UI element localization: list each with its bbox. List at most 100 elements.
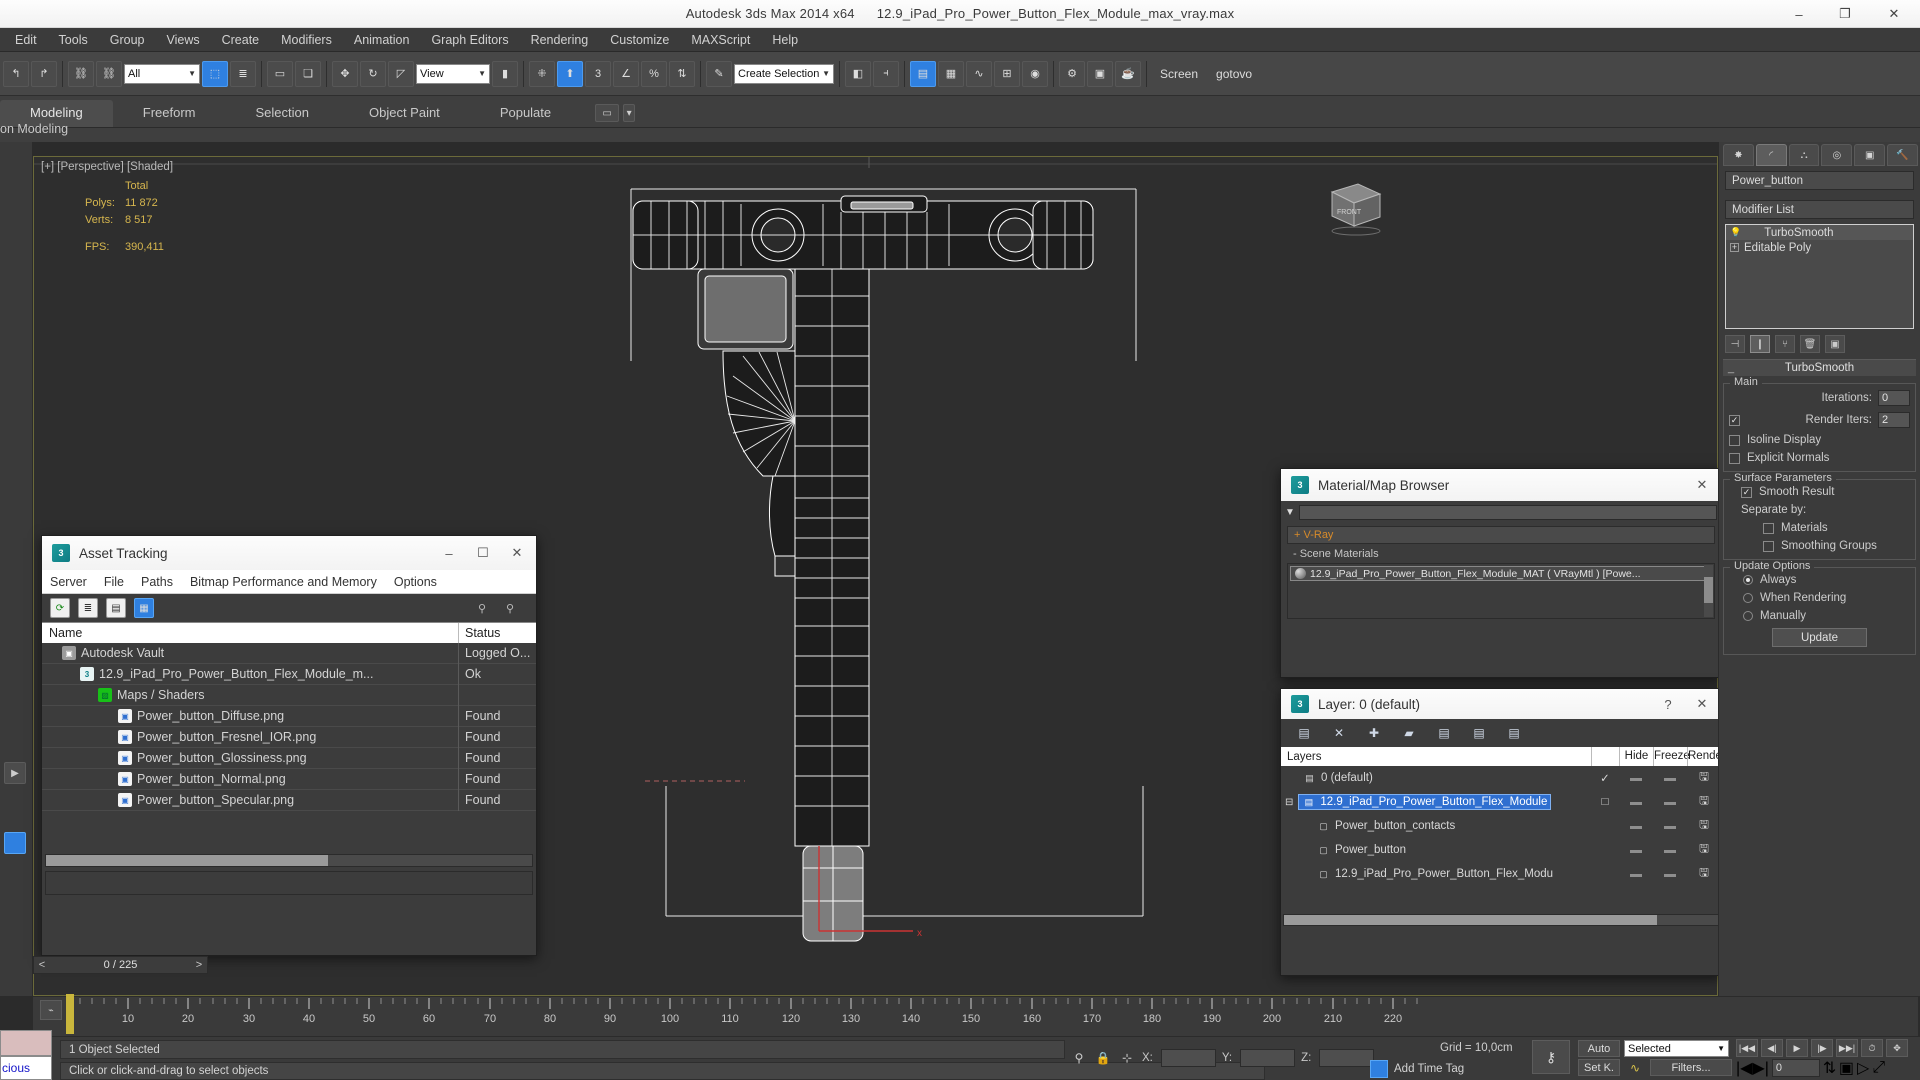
menu-customize[interactable]: Customize (599, 30, 680, 50)
pin-stack-icon[interactable]: ⊣ (1725, 335, 1745, 353)
select-and-rotate-icon[interactable]: ↻ (360, 61, 386, 87)
show-end-result-icon[interactable]: ❙ (1750, 335, 1770, 353)
rectangular-select-icon[interactable]: ▭ (267, 61, 293, 87)
selection-filter-dropdown[interactable]: All▼ (124, 64, 200, 84)
remove-modifier-icon[interactable]: 🗑 (1800, 335, 1820, 353)
render-production-icon[interactable]: ☕ (1115, 61, 1141, 87)
mirror-icon[interactable]: ◧ (845, 61, 871, 87)
layer-freeze-cell[interactable] (1653, 820, 1687, 832)
expand-collapse-icon[interactable]: ⊟ (1285, 797, 1293, 808)
play-animation-icon[interactable]: ▶ (1786, 1039, 1808, 1057)
table-row[interactable]: ▣ Power_button_Fresnel_IOR.png Found (42, 727, 536, 748)
ribbon-tab-freeform[interactable]: Freeform (113, 100, 226, 127)
update-manually-radio[interactable] (1743, 611, 1753, 621)
align-icon[interactable]: ⫞ (873, 61, 899, 87)
snaps-toggle-icon[interactable]: ⬆ (557, 61, 583, 87)
auto-key-button[interactable]: Auto (1578, 1040, 1620, 1057)
select-and-manipulate-icon[interactable]: ⁜ (529, 61, 555, 87)
filters-button[interactable]: Filters... (1650, 1059, 1732, 1076)
open-mini-curve-editor-icon[interactable]: ⌁ (40, 1000, 62, 1020)
layer-freeze-cell[interactable] (1653, 772, 1687, 784)
delete-layer-icon[interactable]: ✕ (1330, 724, 1348, 742)
grid-view-icon[interactable]: ▦ (134, 598, 154, 618)
minimize-button[interactable]: – (1776, 0, 1822, 28)
layer-current-cell[interactable]: □ (1591, 796, 1619, 808)
layer-hide-cell[interactable] (1619, 868, 1653, 880)
materials-checkbox[interactable] (1763, 523, 1774, 534)
layer-render-cell[interactable]: 🖫 (1687, 817, 1721, 836)
asset-tracking-titlebar[interactable]: 3 Asset Tracking – ☐ ✕ (42, 536, 536, 570)
create-tab[interactable]: ✸ (1723, 144, 1754, 166)
material-search-input[interactable] (1299, 505, 1717, 520)
table-row[interactable]: ▣ Power_button_Glossiness.png Found (42, 748, 536, 769)
layer-dialog-window[interactable]: 3 Layer: 0 (default) ? ✕ ▤ ✕ ✚ ▰ ▤ ▤ ▤ L… (1280, 688, 1722, 976)
rollout-header-turbosmooth[interactable]: _ TurboSmooth (1723, 359, 1916, 376)
schematic-view-icon[interactable]: ⊞ (994, 61, 1020, 87)
material-editor-icon[interactable]: ◉ (1022, 61, 1048, 87)
menu-create[interactable]: Create (211, 30, 271, 50)
list-view-icon[interactable]: ≣ (78, 598, 98, 618)
update-when-rendering-radio[interactable] (1743, 593, 1753, 603)
smooth-result-checkbox[interactable]: ✓ (1741, 487, 1752, 498)
modifier-list-dropdown[interactable]: Modifier List (1725, 200, 1914, 219)
ribbon-display-mode-icon[interactable]: ▭ (595, 104, 619, 122)
material-map-browser-window[interactable]: 3 Material/Map Browser ✕ ▼ + V-Ray - Sce… (1280, 468, 1722, 678)
at-menu-file[interactable]: File (104, 575, 124, 589)
material-list-scrollbar[interactable] (1704, 565, 1713, 617)
list-item[interactable]: 12.9_iPad_Pro_Power_Button_Flex_Module_M… (1290, 566, 1712, 581)
layer-hide-cell[interactable] (1619, 772, 1653, 784)
configure-modifier-sets-icon[interactable]: ▣ (1825, 335, 1845, 353)
previous-frame-icon[interactable]: ◀| (1761, 1039, 1783, 1057)
next-frame-icon-2[interactable]: |▶ (1811, 1039, 1833, 1057)
table-row[interactable]: ▣ Power_button_Specular.png Found (42, 790, 536, 811)
time-slider-frame-box[interactable]: < 0 / 225 > (33, 956, 208, 974)
maximize-viewport-icon[interactable]: ⤢ (1872, 1059, 1885, 1077)
ref-coord-system-dropdown[interactable]: View▼ (416, 64, 490, 84)
refresh-icon[interactable]: ⟳ (50, 598, 70, 618)
key-mode-toggle-icon[interactable]: ⚷ (1532, 1040, 1570, 1074)
at-menu-server[interactable]: Server (50, 575, 87, 589)
layer-freeze-cell[interactable] (1653, 844, 1687, 856)
group-vray[interactable]: + V-Ray (1287, 526, 1715, 544)
layer-dialog-close[interactable]: ✕ (1685, 688, 1719, 720)
asset-tracking-maximize[interactable]: ☐ (466, 537, 500, 569)
render-frame-window-icon[interactable]: ▣ (1087, 61, 1113, 87)
menu-group[interactable]: Group (99, 30, 156, 50)
select-objects-in-layer-icon[interactable]: ▰ (1400, 724, 1418, 742)
layer-hide-cell[interactable] (1619, 844, 1653, 856)
render-iters-spinner[interactable]: 2 (1878, 412, 1910, 428)
table-row[interactable]: ⊟ ▤ 12.9_iPad_Pro_Power_Button_Flex_Modu… (1281, 790, 1721, 814)
table-row[interactable]: 3 12.9_iPad_Pro_Power_Button_Flex_Module… (42, 664, 536, 685)
iterations-spinner[interactable]: 0 (1878, 390, 1910, 406)
key-mode-toggle-icon-2[interactable]: |◀▶| (1736, 1058, 1769, 1078)
layer-hscrollbar[interactable] (1283, 914, 1719, 926)
select-highlighted-icon[interactable]: ▤ (1435, 724, 1453, 742)
panel-toggle-icon[interactable] (4, 832, 26, 854)
ribbon-chevron-down-icon[interactable]: ▾ (623, 104, 635, 122)
add-time-tag-group[interactable]: Add Time Tag (1370, 1060, 1464, 1078)
snap-3-icon[interactable]: 3 (585, 61, 611, 87)
y-field[interactable] (1240, 1049, 1295, 1067)
layer-render-cell[interactable]: 🖫 (1687, 865, 1721, 884)
at-col-name[interactable]: Name (42, 626, 458, 640)
set-key-button[interactable]: Set K. (1578, 1059, 1620, 1076)
absolute-relative-toggle-icon[interactable]: ⊹ (1118, 1049, 1136, 1067)
layer-col-freeze[interactable]: Freeze (1653, 747, 1687, 766)
zoom-extents-icon[interactable]: ▣ (1839, 1058, 1854, 1078)
menu-maxscript[interactable]: MAXScript (680, 30, 761, 50)
table-row[interactable]: ▢ Power_button_contacts 🖫 (1281, 814, 1721, 838)
layer-freeze-cell[interactable] (1653, 868, 1687, 880)
edit-named-selection-icon[interactable]: ✎ (706, 61, 732, 87)
select-link-icon[interactable]: ⛓ (68, 61, 94, 87)
smoothing-groups-checkbox[interactable] (1763, 541, 1774, 552)
asset-tracking-close[interactable]: ✕ (500, 537, 534, 569)
scene-materials-list[interactable]: 12.9_iPad_Pro_Power_Button_Flex_Module_M… (1287, 563, 1715, 619)
go-to-start-icon[interactable]: |◀◀ (1736, 1039, 1758, 1057)
time-tag-icon[interactable] (1370, 1060, 1388, 1078)
key-filter-dropdown[interactable]: Selected ▼ (1624, 1040, 1729, 1057)
maximize-button[interactable]: ❐ (1822, 0, 1868, 28)
create-new-layer-icon[interactable]: ▤ (1295, 724, 1313, 742)
window-crossing-icon[interactable]: ❏ (295, 61, 321, 87)
hierarchy-tab[interactable]: ⛬ (1789, 144, 1820, 166)
at-col-status[interactable]: Status (458, 623, 536, 644)
